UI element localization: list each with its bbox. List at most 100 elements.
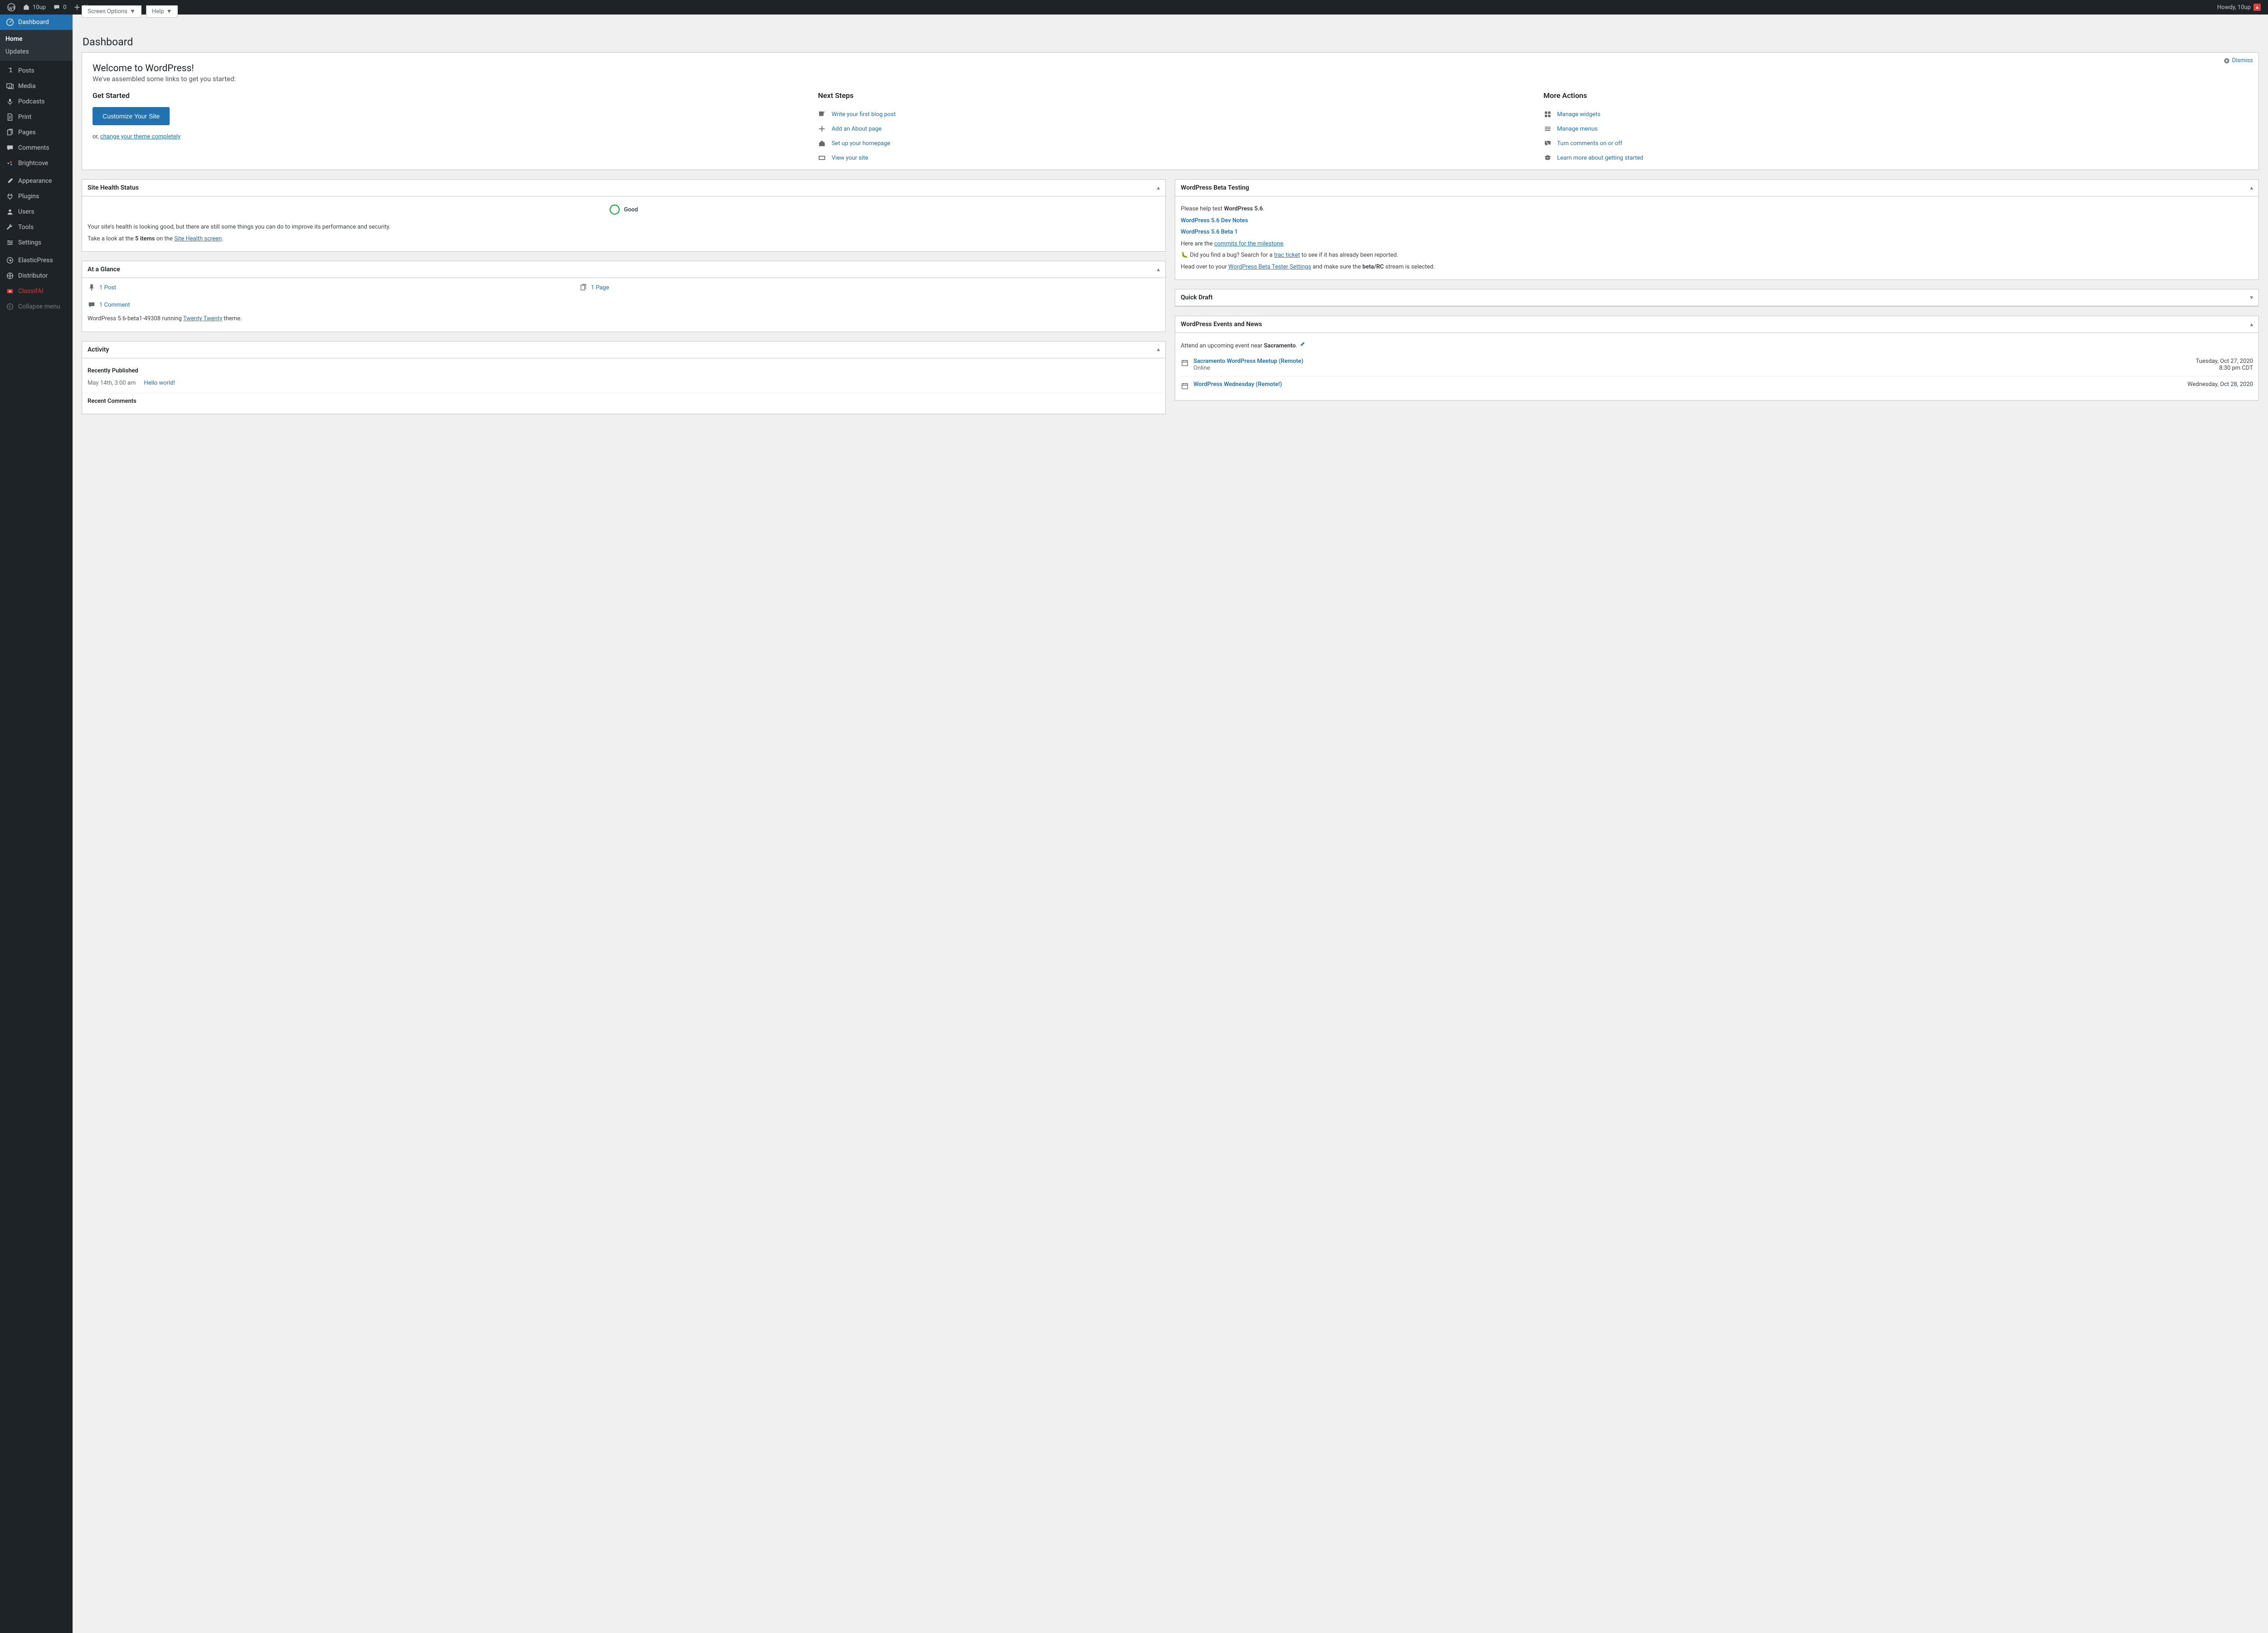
add-about-link[interactable]: Add an About page xyxy=(831,126,881,132)
menu-comments[interactable]: Comments xyxy=(0,140,73,156)
recent-comments-heading: Recent Comments xyxy=(88,398,1160,405)
comment-icon xyxy=(5,144,15,152)
health-desc: Your site's health is looking good, but … xyxy=(88,223,1160,232)
setup-homepage-link[interactable]: Set up your homepage xyxy=(831,140,890,147)
view-icon xyxy=(818,154,826,162)
toggle-activity[interactable]: ▴ xyxy=(1157,346,1160,353)
menu-podcasts[interactable]: Podcasts xyxy=(0,94,73,109)
home-icon xyxy=(818,139,826,147)
event-location: Online xyxy=(1193,365,2191,372)
dev-notes-link[interactable]: WordPress 5.6 Dev Notes xyxy=(1181,217,1248,224)
my-account[interactable]: Howdy, 10up xyxy=(2214,0,2264,15)
event-title[interactable]: WordPress Wednesday (Remote!) xyxy=(1193,381,2183,388)
customize-site-button[interactable]: Customize Your Site xyxy=(93,107,170,125)
comments-bubble[interactable]: 0 xyxy=(49,0,70,15)
site-name[interactable]: 10up xyxy=(19,0,49,15)
submenu-updates[interactable]: Updates xyxy=(0,45,73,58)
manage-widgets-link[interactable]: Manage widgets xyxy=(1557,111,1601,118)
menu-posts[interactable]: Posts xyxy=(0,63,73,78)
toggle-glance[interactable]: ▴ xyxy=(1157,266,1160,273)
widgets-icon xyxy=(1544,110,1552,118)
health-indicator-icon xyxy=(610,205,620,215)
howdy-text: Howdy, 10up xyxy=(2217,4,2251,11)
menu-distributor[interactable]: Distributor xyxy=(0,268,73,284)
or-text: or, change your theme completely xyxy=(93,133,797,140)
at-a-glance-box: At a Glance▴ 1 Post 1 Page 1 Comment Wor… xyxy=(82,261,1166,332)
site-health-screen-link[interactable]: Site Health screen xyxy=(174,235,222,242)
toggle-beta[interactable]: ▴ xyxy=(2250,185,2253,191)
distributor-icon xyxy=(5,272,15,280)
glance-version: WordPress 5.6-beta1-49308 running Twenty… xyxy=(88,314,1160,323)
health-status: Good xyxy=(624,206,638,213)
caret-down-icon: ▼ xyxy=(166,8,172,15)
menu-plugins[interactable]: Plugins xyxy=(0,189,73,204)
glance-pages-link[interactable]: 1 Page xyxy=(591,284,609,291)
caret-down-icon: ▼ xyxy=(130,8,136,15)
pub-date: May 14th, 3:00 am xyxy=(88,380,136,386)
mic-icon xyxy=(5,98,15,106)
pub-title-link[interactable]: Hello world! xyxy=(144,380,175,386)
elasticpress-icon xyxy=(5,256,15,264)
beta-settings-link[interactable]: WordPress Beta Tester Settings xyxy=(1228,264,1311,270)
svg-text:AI: AI xyxy=(9,290,11,293)
menu-settings[interactable]: Settings xyxy=(0,235,73,250)
toggle-quick-draft[interactable]: ▾ xyxy=(2250,294,2253,301)
edit-location-icon[interactable] xyxy=(1299,342,1305,349)
menu-elasticpress[interactable]: ElasticPress xyxy=(0,253,73,268)
wp-logo[interactable] xyxy=(4,0,19,15)
menus-icon xyxy=(1544,125,1552,133)
help-button[interactable]: Help ▼ xyxy=(146,5,178,18)
get-started-heading: Get Started xyxy=(93,91,797,100)
glance-posts-link[interactable]: 1 Post xyxy=(99,284,116,291)
menu-media[interactable]: Media xyxy=(0,78,73,94)
event-date: Wednesday, Oct 28, 2020 xyxy=(2187,381,2253,388)
view-site-link[interactable]: View your site xyxy=(831,155,868,161)
theme-link[interactable]: Twenty Twenty xyxy=(183,315,222,322)
event-title[interactable]: Sacramento WordPress Meetup (Remote) xyxy=(1193,358,2191,365)
welcome-subtitle: We've assembled some links to get you st… xyxy=(93,75,2254,83)
beta-title: WordPress Beta Testing xyxy=(1181,184,1249,191)
event-time: 8:30 pm CDT xyxy=(2196,365,2253,372)
calendar-icon xyxy=(1181,359,1189,367)
menu-brightcove[interactable]: Brightcove xyxy=(0,156,73,171)
menu-appearance[interactable]: Appearance xyxy=(0,173,73,189)
write-post-link[interactable]: Write your first blog post xyxy=(831,111,895,118)
event-date: Tuesday, Oct 27, 2020 xyxy=(2196,358,2253,365)
menu-pages[interactable]: Pages xyxy=(0,125,73,140)
menu-tools[interactable]: Tools xyxy=(0,220,73,235)
toggle-site-health[interactable]: ▴ xyxy=(1157,185,1160,191)
collapse-menu[interactable]: Collapse menu xyxy=(0,299,73,314)
menu-classifai[interactable]: AIClassifAI xyxy=(0,284,73,299)
manage-menus-link[interactable]: Manage menus xyxy=(1557,126,1598,132)
document-icon xyxy=(5,113,15,121)
site-health-title: Site Health Status xyxy=(88,184,139,191)
glance-comments-link[interactable]: 1 Comment xyxy=(99,302,130,308)
toggle-events[interactable]: ▴ xyxy=(2250,321,2253,328)
activity-box: Activity▴ Recently Published May 14th, 3… xyxy=(82,341,1166,414)
menu-print[interactable]: Print xyxy=(0,109,73,125)
health-cta: Take a look at the 5 items on the Site H… xyxy=(88,235,1160,244)
page-title: Dashboard xyxy=(83,36,133,48)
beta-testing-box: WordPress Beta Testing▴ Please help test… xyxy=(1175,179,2259,280)
comments-toggle-link[interactable]: Turn comments on or off xyxy=(1557,140,1623,147)
wrench-icon xyxy=(5,223,15,231)
recently-published-heading: Recently Published xyxy=(88,367,1160,374)
admin-sidebar: Dashboard Home Updates Posts Media Podca… xyxy=(0,15,73,1633)
screen-options-button[interactable]: Screen Options ▼ xyxy=(82,5,142,18)
learn-more-link[interactable]: Learn more about getting started xyxy=(1557,155,1643,161)
submenu-home[interactable]: Home xyxy=(0,33,73,45)
brush-icon xyxy=(5,177,15,185)
more-actions-heading: More Actions xyxy=(1544,91,2248,100)
comments-off-icon xyxy=(1544,139,1552,147)
menu-users[interactable]: Users xyxy=(0,204,73,220)
change-theme-link[interactable]: change your theme completely xyxy=(100,133,181,140)
bug-icon: 🐛 xyxy=(1181,252,1188,259)
avatar xyxy=(2253,4,2261,11)
menu-dashboard[interactable]: Dashboard xyxy=(0,15,73,30)
commits-link[interactable]: commits for the milestone xyxy=(1214,240,1283,247)
next-steps-heading: Next Steps xyxy=(818,91,1522,100)
beta1-link[interactable]: WordPress 5.6 Beta 1 xyxy=(1181,229,1238,235)
trac-ticket-link[interactable]: trac ticket xyxy=(1274,252,1300,259)
dismiss-welcome[interactable]: Dismiss xyxy=(2224,57,2253,64)
brightcove-icon xyxy=(5,159,15,167)
